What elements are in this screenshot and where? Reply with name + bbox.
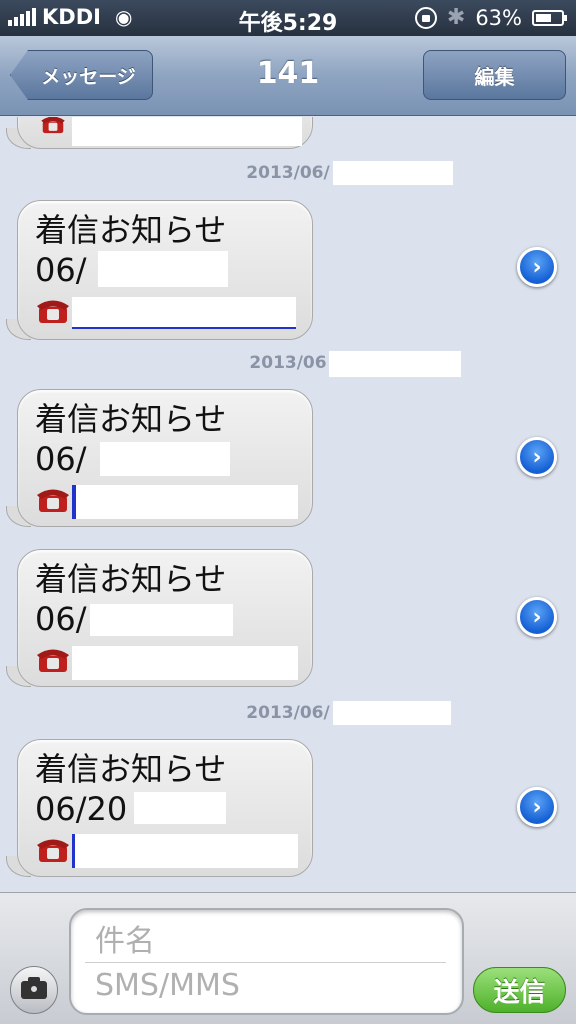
redacted-block xyxy=(134,792,226,824)
phone-number-link[interactable] xyxy=(72,834,298,868)
battery-icon xyxy=(532,9,567,26)
redacted-block xyxy=(98,251,228,287)
send-button[interactable]: 送信 xyxy=(473,967,566,1013)
compose-bar: 件名 SMS/MMS 送信 xyxy=(0,892,576,1024)
compose-divider xyxy=(85,962,446,963)
detail-disclosure-icon[interactable]: › xyxy=(517,787,557,827)
message-title: 着信お知らせ xyxy=(35,400,227,438)
message-date: 06/ xyxy=(35,251,87,289)
detail-disclosure-icon[interactable]: › xyxy=(517,247,557,287)
rotation-lock-icon xyxy=(414,6,437,29)
compose-field[interactable]: 件名 SMS/MMS xyxy=(69,908,464,1015)
telephone-icon xyxy=(41,117,65,134)
message-title: 着信お知らせ xyxy=(35,211,227,249)
phone-number-link[interactable] xyxy=(72,297,296,329)
message-bubble[interactable]: 着信お知らせ 06/ xyxy=(6,549,313,687)
redacted-block xyxy=(329,351,462,377)
navigation-bar: メッセージ 141 編集 xyxy=(0,36,576,116)
telephone-icon xyxy=(37,300,69,323)
status-bar: KDDI ◉ 午後5:29 ✱ 63% xyxy=(0,0,576,36)
redacted-block xyxy=(333,161,454,185)
edit-button[interactable]: 編集 xyxy=(423,50,566,100)
redacted-block xyxy=(333,701,452,725)
message-bubble[interactable]: 着信お知らせ 06/20 xyxy=(6,739,313,877)
camera-button[interactable] xyxy=(10,966,58,1014)
camera-icon xyxy=(21,977,47,999)
message-bubble[interactable]: 着信お知らせ 06/ xyxy=(6,389,313,527)
telephone-icon xyxy=(37,489,69,512)
battery-percent: 63% xyxy=(475,5,522,30)
redacted-block xyxy=(100,442,230,476)
message-title: 着信お知らせ xyxy=(35,750,227,788)
telephone-icon xyxy=(37,649,69,672)
timestamp: 2013/06/ xyxy=(0,701,576,725)
subject-input[interactable]: 件名 xyxy=(95,916,155,960)
message-bubble-partial[interactable] xyxy=(6,117,313,149)
phone-number-link[interactable] xyxy=(72,646,298,680)
message-date: 06/ xyxy=(35,600,87,638)
telephone-icon xyxy=(37,839,69,862)
timestamp: 2013/06/ xyxy=(0,161,576,185)
message-title: 着信お知らせ xyxy=(35,560,227,598)
message-bubble[interactable]: 着信お知らせ 06/ xyxy=(6,200,313,340)
message-date: 06/20 xyxy=(35,790,128,828)
redacted-block xyxy=(72,117,302,146)
message-input[interactable]: SMS/MMS xyxy=(95,968,240,1003)
detail-disclosure-icon[interactable]: › xyxy=(517,437,557,477)
message-list[interactable]: 2013/06/ 着信お知らせ 06/ › 2013/06 着信お知らせ 06/… xyxy=(0,117,576,892)
bluetooth-icon: ✱ xyxy=(446,5,466,30)
redacted-block xyxy=(90,604,233,636)
timestamp: 2013/06 xyxy=(0,351,576,377)
phone-number-link[interactable] xyxy=(72,485,298,519)
message-date: 06/ xyxy=(35,440,87,478)
detail-disclosure-icon[interactable]: › xyxy=(517,597,557,637)
